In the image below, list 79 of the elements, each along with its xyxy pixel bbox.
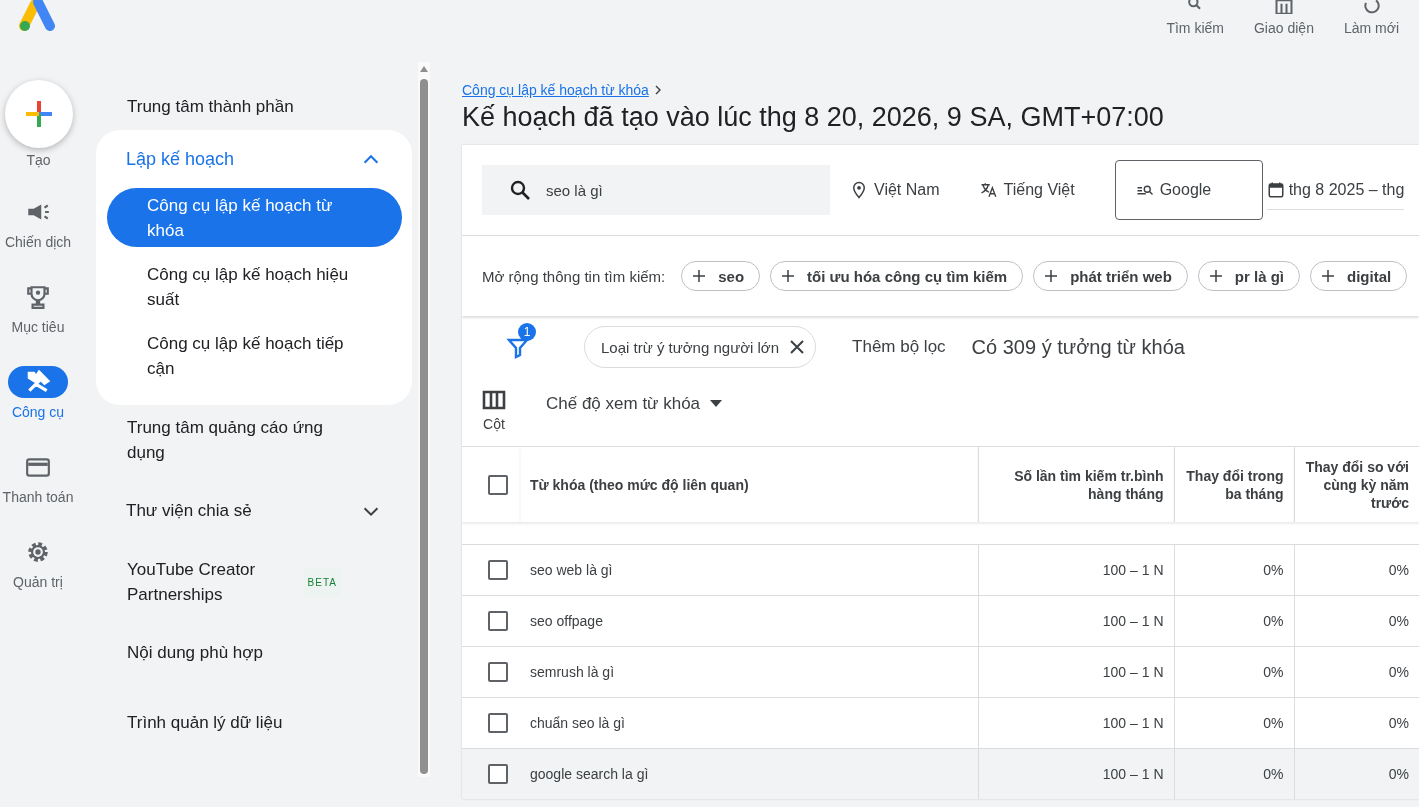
nav-subitem[interactable]: Công cụ lập kế hoạch từ khóa [107, 188, 402, 247]
keyword-chip[interactable]: tối ưu hóa công cụ tìm kiếm [770, 261, 1024, 291]
nav-item[interactable]: Trung tâm quảng cáo ứng dụng [96, 405, 412, 475]
checkbox[interactable] [488, 474, 508, 495]
nav-item[interactable]: YouTube Creator Partnerships BETA [96, 547, 412, 617]
rail-item[interactable]: Mục tiêu [8, 281, 68, 335]
refine-label: Mở rộng thông tin tìm kiếm: [482, 267, 666, 285]
table-cell: 0% [1174, 595, 1294, 647]
nav-group-header[interactable]: Lập kế hoạch [96, 130, 412, 188]
nav-item[interactable]: Trình quản lý dữ liệu [96, 687, 412, 757]
nav-subitem[interactable]: Công cụ lập kế hoạch hiệu suất [107, 257, 402, 316]
checkbox[interactable] [488, 713, 508, 733]
search-field[interactable]: seo là gì [482, 165, 830, 215]
breadcrumb-link[interactable]: Công cụ lập kế hoạch từ khóa [462, 82, 649, 98]
search-button[interactable]: Tìm kiếm [1166, 0, 1224, 60]
nav-item[interactable]: Nội dung phù hợp [96, 617, 412, 687]
add-filter-button[interactable]: Thêm bộ lọc [852, 337, 946, 357]
table-cell: 0% [1174, 646, 1294, 698]
network-selector[interactable]: Google [1114, 160, 1263, 220]
trophy-icon [25, 284, 51, 310]
language-selector[interactable]: Tiếng Việt [979, 181, 1075, 199]
rail-item[interactable]: Thanh toán [2, 451, 74, 505]
checkbox[interactable] [488, 764, 508, 784]
layout-icon [1273, 0, 1294, 14]
keyword-chip[interactable]: digital [1310, 261, 1408, 291]
checkbox[interactable] [488, 662, 508, 682]
results-summary: Có 309 ý tưởng từ khóa [971, 335, 1185, 359]
table-cell: 0% [1174, 748, 1294, 799]
nav-subitem[interactable]: Công cụ lập kế hoạch tiếp cận [107, 326, 402, 385]
settings-icon [25, 539, 51, 565]
pin-icon [850, 181, 868, 199]
keyword-chip[interactable]: pr là gì [1197, 261, 1301, 291]
refresh-button[interactable]: Làm mới [1343, 0, 1399, 60]
tools-icon [25, 369, 51, 395]
table-cell: 100 – 1 N [978, 595, 1174, 647]
table-cell: seo web là gì [520, 544, 978, 596]
refresh-icon [1361, 0, 1382, 14]
table-cell: google search la gì [520, 748, 978, 799]
scrollbar[interactable] [418, 62, 430, 777]
plus-icon [4, 80, 73, 148]
count-badge: 1 [518, 323, 536, 341]
app-logo [18, 0, 56, 32]
keyword-chip[interactable]: seo [681, 261, 761, 291]
layout-button[interactable]: Giao diện [1254, 0, 1314, 60]
page-title: Kế hoạch đã tạo vào lúc thg 8 20, 2026, 9 SA, GMT+07:00 [462, 102, 1165, 133]
table-cell: semrush là gì [520, 646, 978, 698]
translate-icon [979, 181, 998, 199]
filter-button[interactable]: 1 [506, 323, 538, 361]
nav-group-header[interactable]: Thư viện chia sẻ [96, 475, 412, 547]
table-cell: 100 – 1 N [978, 646, 1174, 698]
nav-item[interactable]: Trung tâm thành phần [96, 88, 412, 124]
keyword-chip[interactable]: phát triển web [1033, 261, 1188, 291]
rail-item[interactable]: Chiến dịch [4, 196, 72, 250]
create-button[interactable]: Tạo [4, 80, 73, 168]
column-header[interactable]: Thay đổi so với cùng kỳ năm trước [1294, 446, 1419, 522]
location-selector[interactable]: Việt Nam [850, 181, 940, 199]
view-selector[interactable]: Chế độ xem từ khóa [546, 394, 723, 414]
filter-chip[interactable]: Loại trừ ý tưởng người lớn [584, 326, 817, 368]
close-icon [789, 339, 806, 355]
table-cell: 100 – 1 N [978, 748, 1174, 799]
checkbox[interactable] [488, 611, 508, 631]
column-header[interactable]: Từ khóa (theo mức độ liên quan) [520, 446, 978, 522]
rail-item[interactable]: Quản trị [8, 536, 68, 590]
table-cell: 100 – 1 N [978, 544, 1174, 596]
table-cell: 0% [1174, 544, 1294, 596]
table-cell: 0% [1294, 748, 1419, 799]
table-cell: 0% [1294, 544, 1419, 596]
column-header[interactable]: Thay đổi trong ba tháng [1174, 446, 1294, 522]
calendar-icon [1266, 180, 1285, 199]
table-cell: seo offpage [520, 595, 978, 647]
column-header[interactable]: Số lần tìm kiếm tr.bình hàng tháng [978, 446, 1174, 522]
checkbox[interactable] [488, 560, 508, 580]
table-cell: 0% [1294, 595, 1419, 647]
columns-button[interactable]: Cột [482, 390, 506, 432]
dropdown-arrow-icon [710, 400, 723, 408]
beta-badge: BETA [303, 567, 341, 597]
columns-icon [482, 390, 506, 410]
table-cell: 0% [1294, 646, 1419, 698]
date-range-field[interactable]: thg 8 2025 – thg [1266, 170, 1405, 210]
